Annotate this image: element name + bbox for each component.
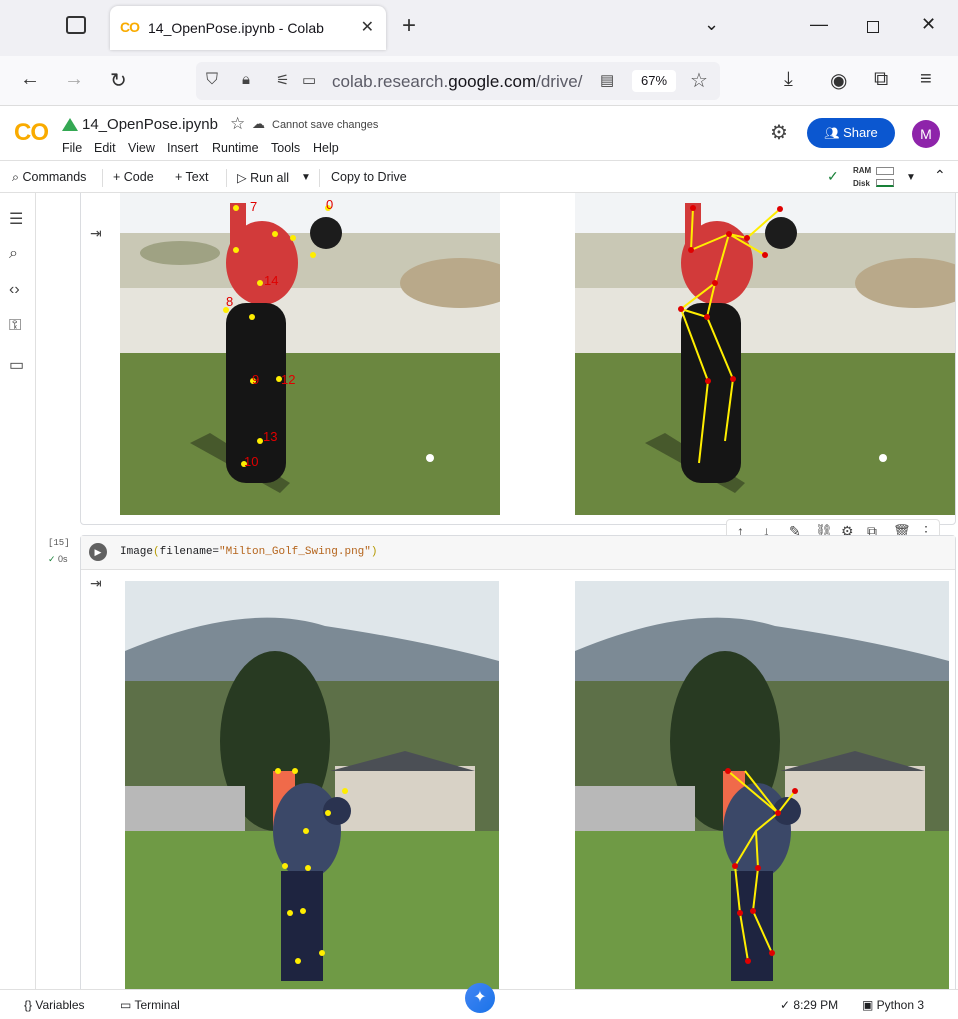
share-label: Share: [843, 125, 878, 140]
tab-list-chevron-icon[interactable]: ⌄: [704, 14, 719, 35]
milton-keypoints-image: [125, 581, 499, 989]
reader-view-icon[interactable]: ▤: [600, 71, 614, 89]
colab-header: CO 14_OpenPose.ipynb ☆ ☁ Cannot save cha…: [0, 106, 958, 160]
url-text[interactable]: colab.research.google.com/drive/: [332, 72, 582, 92]
run-cell-button[interactable]: ▶: [89, 543, 107, 561]
maximize-icon[interactable]: [867, 21, 879, 33]
skeleton-image: [575, 193, 955, 515]
execution-count: [15]: [48, 538, 70, 548]
keypoint-label: 7: [250, 199, 257, 214]
browser-tab-strip: CO 14_OpenPose.ipynb - Colab ✕ + ⌄ — ✕: [0, 0, 958, 56]
keypoint-label: 8: [226, 294, 233, 309]
lock-icon[interactable]: 🔒︎: [242, 71, 250, 88]
keypoint-label: 12: [281, 372, 295, 387]
add-code-button[interactable]: + Code: [113, 170, 154, 184]
menu-edit[interactable]: Edit: [94, 141, 116, 155]
ram-meter[interactable]: [876, 167, 894, 175]
table-of-contents-icon[interactable]: ☰: [9, 209, 23, 229]
share-button[interactable]: 👥︎ Share: [807, 118, 895, 148]
find-replace-icon[interactable]: ⌕: [9, 245, 18, 263]
output-toggle-icon[interactable]: ⇥: [90, 225, 102, 242]
commands-button[interactable]: ⌕ Commands: [12, 170, 86, 185]
keypoint-label: 9: [252, 372, 259, 387]
browser-tab[interactable]: CO 14_OpenPose.ipynb - Colab ✕: [110, 6, 386, 50]
runtime-type[interactable]: ▣ Python 3: [862, 998, 924, 1012]
menu-icon[interactable]: ≡: [920, 68, 932, 91]
keypoint-label: 14: [264, 273, 278, 288]
execution-time[interactable]: ✓ 8:29 PM: [780, 998, 838, 1012]
download-icon[interactable]: ⤓: [784, 68, 793, 91]
keypoint-label: 10: [244, 454, 258, 469]
menu-tools[interactable]: Tools: [271, 141, 300, 155]
drive-icon: [62, 118, 78, 131]
url-bar[interactable]: ⛉ 🔒︎ ⚟ ▭ colab.research.google.com/drive…: [196, 62, 720, 100]
bookmark-star-icon[interactable]: ☆: [690, 68, 708, 93]
milton-skeleton-image: [575, 581, 949, 989]
new-tab-button[interactable]: +: [402, 12, 416, 40]
left-rail: ☰ ⌕ ‹› ⚿ ▭: [0, 193, 36, 989]
browser-nav-bar: ← → ↻ ⛉ 🔒︎ ⚟ ▭ colab.research.google.com…: [0, 56, 958, 106]
collapse-toolbar-icon[interactable]: ⌃: [934, 167, 946, 184]
add-text-button[interactable]: + Text: [175, 170, 208, 184]
status-bar: {} Variables ▭ Terminal ✦ ✓ 8:29 PM ▣ Py…: [0, 983, 958, 1019]
account-icon[interactable]: ◉: [830, 68, 847, 93]
avatar[interactable]: M: [912, 120, 940, 148]
gemini-icon[interactable]: ✦: [465, 983, 495, 1013]
toolbar-divider: [102, 169, 103, 187]
settings-gear-icon[interactable]: ⚙: [770, 120, 788, 145]
camera-blocked-icon[interactable]: ▭: [302, 71, 316, 89]
toolbar-divider: [319, 169, 320, 187]
toolbar-divider: [226, 169, 227, 187]
connected-check-icon: ✓: [827, 168, 839, 184]
execution-status: ✓ 0s: [48, 554, 68, 564]
ram-label[interactable]: RAM: [853, 166, 871, 175]
variables-button[interactable]: {} Variables: [24, 998, 85, 1012]
secrets-key-icon[interactable]: ⚿: [9, 317, 21, 335]
run-all-button[interactable]: ▷ Run all: [237, 170, 289, 185]
extensions-icon[interactable]: ⧉: [874, 68, 888, 91]
notebook-content: ⇥ 7 0 14 8 9 12 13 10 ↑ ↓ ✎ ⛓ ⚙ ⧉ 🗑︎ ⋮ […: [36, 193, 958, 989]
tab-title: 14_OpenPose.ipynb - Colab: [148, 20, 324, 36]
close-tab-icon[interactable]: ✕: [361, 17, 374, 37]
menu-file[interactable]: File: [62, 141, 82, 155]
people-icon: 👥︎: [824, 126, 840, 140]
back-icon[interactable]: ←: [20, 68, 40, 91]
permissions-icon[interactable]: ⚟: [276, 71, 289, 89]
shield-icon[interactable]: ⛉: [206, 71, 218, 89]
colab-favicon-icon: CO: [120, 19, 140, 35]
forward-icon[interactable]: →: [64, 68, 84, 91]
resources-dropdown-icon[interactable]: ▼: [906, 172, 916, 183]
terminal-button[interactable]: ▭ Terminal: [120, 998, 180, 1012]
run-all-dropdown-icon[interactable]: ▼: [301, 172, 311, 183]
keypoint-label: 13: [263, 429, 277, 444]
disk-label[interactable]: Disk: [853, 179, 870, 188]
menu-view[interactable]: View: [128, 141, 155, 155]
minimize-icon[interactable]: —: [810, 14, 828, 35]
menu-help[interactable]: Help: [313, 141, 339, 155]
files-folder-icon[interactable]: ▭: [9, 355, 24, 375]
exec-check-icon: ✓: [48, 554, 59, 564]
window-close-icon[interactable]: ✕: [921, 14, 936, 35]
keypoint-label: 0: [326, 197, 333, 212]
colab-logo[interactable]: CO: [14, 119, 49, 147]
zoom-level[interactable]: 67%: [632, 70, 676, 92]
output-toggle-icon[interactable]: ⇥: [90, 575, 102, 592]
notebook-toolbar: ⌕ Commands + Code + Text ▷ Run all ▼ Cop…: [0, 160, 958, 193]
code-line[interactable]: Image(filename="Milton_Golf_Swing.png"): [120, 546, 377, 558]
cloud-off-icon: ☁: [252, 116, 265, 131]
menu-insert[interactable]: Insert: [167, 141, 198, 155]
disk-meter[interactable]: [876, 179, 894, 187]
check-icon: ✓: [780, 998, 794, 1012]
save-status: Cannot save changes: [272, 119, 379, 131]
tab-overview-icon[interactable]: [66, 16, 86, 34]
keypoints-image: 7 0 14 8 9 12 13 10: [120, 193, 500, 515]
code-snippets-icon[interactable]: ‹›: [9, 281, 20, 299]
star-icon[interactable]: ☆: [230, 114, 245, 134]
copy-to-drive-button[interactable]: Copy to Drive: [331, 170, 407, 184]
code-paren: (: [153, 546, 160, 558]
notebook-title[interactable]: 14_OpenPose.ipynb: [82, 116, 218, 133]
menu-runtime[interactable]: Runtime: [212, 141, 259, 155]
reload-icon[interactable]: ↻: [110, 68, 127, 93]
